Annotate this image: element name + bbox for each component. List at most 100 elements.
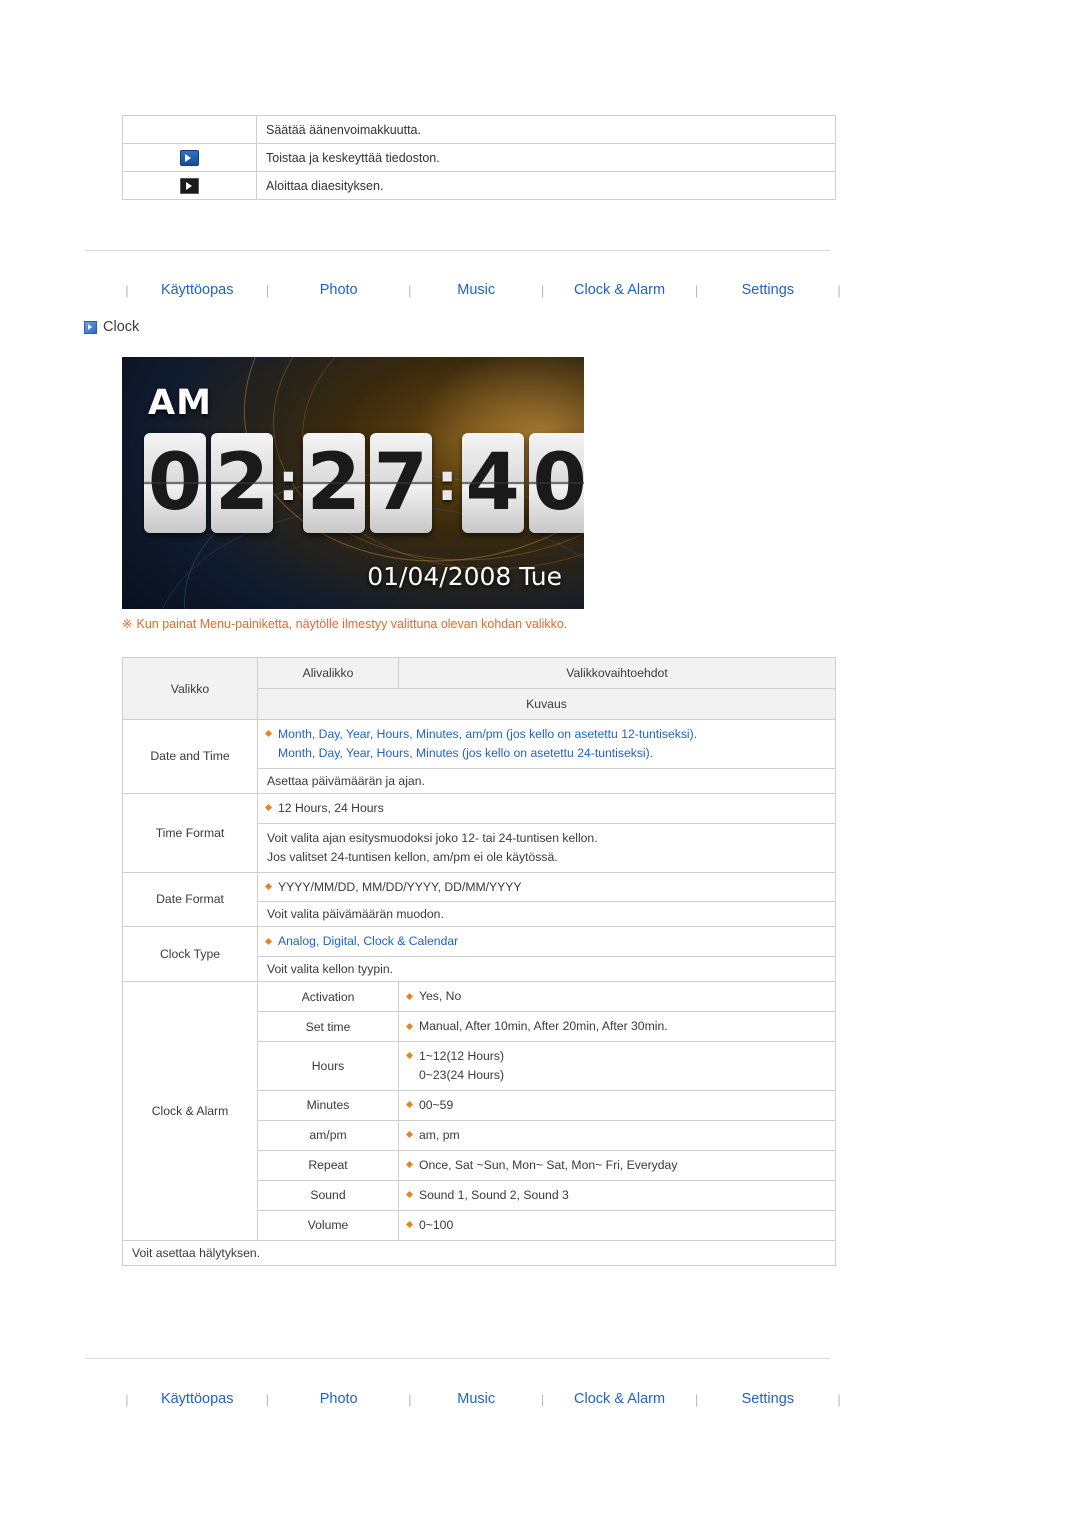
- submenu-activation: Activation: [257, 981, 399, 1013]
- nav-item-settings[interactable]: Settings: [702, 282, 834, 298]
- play-icon: [180, 149, 199, 166]
- clock-digit: 0: [528, 433, 584, 533]
- options-set-time: Manual, After 10min, After 20min, After …: [398, 1011, 836, 1043]
- menu-date-format: Date Format: [122, 871, 258, 928]
- options-ampm: am, pm: [398, 1119, 836, 1151]
- nav-item-clock-alarm[interactable]: Clock & Alarm: [548, 282, 692, 298]
- diamond-bullet-icon: [405, 1052, 414, 1060]
- option-text: Manual, After 10min, After 20min, After …: [419, 1019, 668, 1034]
- option-text: 12 Hours, 24 Hours: [278, 800, 384, 815]
- option-text: Month, Day, Year, Hours, Minutes (jos ke…: [278, 745, 654, 760]
- nav-separator: |: [125, 282, 129, 298]
- clock-digit: 2: [211, 433, 273, 533]
- description-line: Jos valitset 24-tuntisen kellon, am/pm e…: [267, 849, 558, 864]
- button-legend-table: Säätää äänenvoimakkuutta. Toistaa ja kes…: [122, 115, 836, 200]
- options-hours: 1~12(12 Hours) 0~23(24 Hours): [398, 1041, 836, 1091]
- description-clock-type: Voit valita kellon tyypin.: [257, 956, 836, 983]
- option-text: YYYY/MM/DD, MM/DD/YYYY, DD/MM/YYYY: [278, 879, 522, 894]
- legend-icon-cell: [122, 115, 257, 144]
- section-title-label: Clock: [103, 319, 140, 335]
- menu-reference-table: Valikko Alivalikko Valikkovaihtoehdot Ku…: [122, 657, 836, 1266]
- options-clock-type: Analog, Digital, Clock & Calendar: [257, 926, 836, 958]
- clock-colon: :: [436, 453, 458, 513]
- diamond-bullet-icon: [264, 937, 273, 945]
- option-text: am, pm: [419, 1127, 460, 1142]
- header-options: Valikkovaihtoehdot: [398, 657, 836, 689]
- nav-separator: |: [540, 1391, 545, 1407]
- table-row: Voit asettaa hälytyksen.: [122, 1239, 836, 1266]
- option-text: Month, Day, Year, Hours, Minutes, am/pm …: [278, 727, 698, 741]
- clock-digit: 2: [302, 433, 365, 533]
- nav-item-clock-alarm-bottom[interactable]: Clock & Alarm: [548, 1391, 692, 1407]
- option-text: 00~59: [419, 1097, 454, 1112]
- diamond-bullet-icon: [405, 1220, 414, 1228]
- option-text: 0~100: [419, 1217, 454, 1232]
- nav-item-music-bottom[interactable]: Music: [415, 1391, 538, 1407]
- description-time-format: Voit valita ajan esitysmuodoksi joko 12-…: [257, 822, 836, 873]
- options-time-format: 12 Hours, 24 Hours: [257, 792, 836, 824]
- description-date-format: Voit valita päivämäärän muodon.: [257, 901, 836, 928]
- nav-separator: |: [125, 1391, 129, 1407]
- submenu-ampm: am/pm: [257, 1119, 399, 1151]
- diamond-bullet-icon: [264, 882, 273, 890]
- option-text: 0~23(24 Hours): [419, 1068, 505, 1083]
- nav-item-photo[interactable]: Photo: [272, 282, 404, 298]
- page-root: Säätää äänenvoimakkuutta. Toistaa ja kes…: [0, 0, 1080, 1527]
- header-description: Kuvaus: [257, 688, 836, 720]
- nav-item-photo-bottom[interactable]: Photo: [272, 1391, 404, 1407]
- nav-item-kayttoopas-bottom[interactable]: Käyttöopas: [132, 1391, 262, 1407]
- nav-item-settings-bottom[interactable]: Settings: [702, 1391, 834, 1407]
- menu-time-format: Time Format: [122, 792, 258, 873]
- clock-digit: 4: [461, 433, 524, 533]
- nav-separator: |: [408, 282, 412, 298]
- nav-separator: |: [694, 282, 699, 298]
- description-clock-and-alarm: Voit asettaa hälytyksen.: [122, 1239, 836, 1266]
- nav-item-kayttoopas[interactable]: Käyttöopas: [132, 282, 262, 298]
- options-sound: Sound 1, Sound 2, Sound 3: [398, 1179, 836, 1211]
- navigation-bar-bottom: | Käyttöopas | Photo | Music | Clock & A…: [122, 1384, 844, 1414]
- legend-icon-cell: [122, 171, 257, 200]
- table-row: Clock Type Analog, Digital, Clock & Cale…: [122, 926, 836, 983]
- description-date-and-time: Asettaa päivämäärän ja ajan.: [257, 767, 836, 794]
- diamond-bullet-icon: [405, 1161, 414, 1169]
- diamond-bullet-icon: [405, 1101, 414, 1109]
- divider-top: [85, 250, 830, 251]
- options-minutes: 00~59: [398, 1089, 836, 1121]
- options-volume: 0~100: [398, 1209, 836, 1241]
- note-label: Kun painat Menu-painiketta, näytölle ilm…: [136, 617, 568, 631]
- options-activation: Yes, No: [398, 981, 836, 1013]
- page-title: Clock: [84, 319, 139, 335]
- submenu-sound: Sound: [257, 1179, 399, 1211]
- nav-item-music[interactable]: Music: [415, 282, 538, 298]
- nav-separator: |: [837, 282, 841, 298]
- diamond-bullet-icon: [264, 804, 273, 812]
- submenu-volume: Volume: [257, 1209, 399, 1241]
- table-row: Toistaa ja keskeyttää tiedoston.: [122, 143, 836, 172]
- submenu-minutes: Minutes: [257, 1089, 399, 1121]
- option-text: Analog, Digital, Clock & Calendar: [278, 934, 459, 949]
- clock-digit: 0: [144, 433, 206, 533]
- table-row: Säätää äänenvoimakkuutta.: [122, 115, 836, 144]
- nav-separator: |: [265, 282, 270, 298]
- menu-clock-and-alarm: Clock & Alarm: [122, 981, 258, 1241]
- clock-screenshot: AM 0 2 : 2 7 : 4 0 01/04/2008 Tue: [122, 357, 584, 609]
- divider-bottom: [85, 1358, 830, 1359]
- meridiem-label: AM: [148, 383, 212, 423]
- option-text: Sound 1, Sound 2, Sound 3: [419, 1187, 569, 1202]
- options-date-and-time: Month, Day, Year, Hours, Minutes, am/pm …: [257, 719, 836, 769]
- options-repeat: Once, Sat ~Sun, Mon~ Sat, Mon~ Fri, Ever…: [398, 1149, 836, 1181]
- table-header-row: Valikko Alivalikko Valikkovaihtoehdot: [122, 657, 836, 720]
- table-row: Date Format YYYY/MM/DD, MM/DD/YYYY, DD/M…: [122, 871, 836, 928]
- table-row: Clock & Alarm Activation Yes, No: [122, 981, 836, 1241]
- nav-separator: |: [694, 1391, 699, 1407]
- submenu-hours: Hours: [257, 1041, 399, 1091]
- slideshow-icon: [180, 177, 199, 194]
- nav-separator: |: [265, 1391, 270, 1407]
- navigation-bar-top: | Käyttöopas | Photo | Music | Clock & A…: [122, 275, 844, 305]
- option-text: Once, Sat ~Sun, Mon~ Sat, Mon~ Fri, Ever…: [419, 1157, 678, 1172]
- section-bullet-icon: [84, 320, 97, 334]
- clock-date-label: 01/04/2008 Tue: [367, 562, 562, 591]
- menu-clock-type: Clock Type: [122, 926, 258, 983]
- header-submenu: Alivalikko: [257, 657, 399, 689]
- submenu-set-time: Set time: [257, 1011, 399, 1043]
